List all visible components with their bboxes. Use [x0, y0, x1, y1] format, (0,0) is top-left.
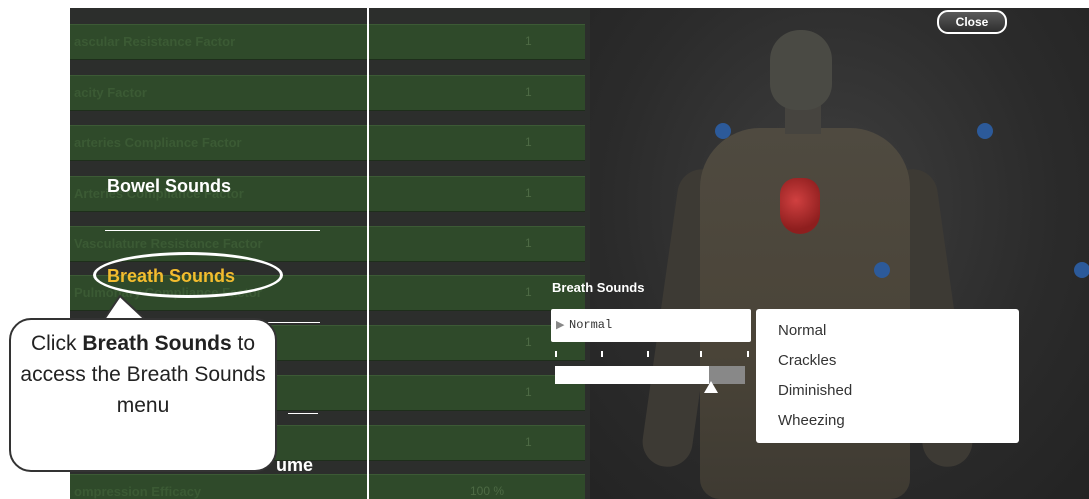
auscultation-marker[interactable]: [977, 123, 993, 139]
panel-divider: [367, 8, 369, 499]
auscultation-marker[interactable]: [874, 262, 890, 278]
breath-sounds-selected-value: Normal: [569, 318, 613, 332]
breath-sounds-title: Breath Sounds: [552, 280, 645, 295]
param-value: 100 %: [470, 484, 505, 498]
param-value: 1: [525, 285, 532, 299]
menu-separator: [105, 230, 320, 231]
callout-prefix: Click: [30, 332, 77, 355]
param-label: ascular Resistance Factor: [74, 34, 236, 49]
param-value: 1: [525, 85, 532, 99]
tick: [747, 351, 749, 357]
param-value: 1: [525, 135, 532, 149]
menu-item-volume[interactable]: ume: [276, 455, 313, 476]
param-value: 1: [525, 435, 532, 449]
param-row-vascular-resistance[interactable]: ascular Resistance Factor 1: [70, 24, 585, 60]
patient-head: [770, 30, 832, 110]
tick: [700, 351, 702, 357]
volume-slider[interactable]: [555, 366, 745, 393]
tick: [647, 351, 649, 357]
param-value: 1: [525, 34, 532, 48]
menu-item-bowel-sounds[interactable]: Bowel Sounds: [107, 176, 231, 197]
param-label: acity Factor: [74, 85, 147, 100]
slider-thumb[interactable]: [703, 381, 718, 393]
play-icon: ▶: [556, 319, 565, 331]
tick: [601, 351, 603, 357]
auscultation-marker[interactable]: [1074, 262, 1089, 278]
param-label: arteries Compliance Factor: [74, 135, 242, 150]
param-row-arteries-compliance[interactable]: arteries Compliance Factor 1: [70, 125, 585, 161]
dropdown-option-normal[interactable]: Normal: [778, 322, 826, 339]
param-value: 1: [525, 186, 532, 200]
tick: [555, 351, 557, 357]
param-row-capacity[interactable]: acity Factor 1: [70, 75, 585, 111]
param-value: 1: [525, 236, 532, 250]
heart-icon: [780, 178, 820, 234]
param-value: 1: [525, 335, 532, 349]
breath-sounds-highlight-ring: [93, 252, 283, 298]
close-button[interactable]: Close: [937, 10, 1007, 34]
volume-ticks: [555, 351, 751, 359]
callout-bold-text: Breath Sounds: [82, 332, 232, 355]
param-label: ompression Efficacy: [74, 484, 202, 499]
param-label: Vasculature Resistance Factor: [74, 236, 263, 251]
menu-separator: [288, 413, 318, 414]
instruction-callout: Click Breath Sounds to access the Breath…: [9, 318, 277, 472]
dropdown-option-diminished[interactable]: Diminished: [778, 382, 852, 399]
auscultation-marker[interactable]: [715, 123, 731, 139]
dropdown-option-wheezing[interactable]: Wheezing: [778, 412, 845, 429]
param-row-compression-efficacy[interactable]: ompression Efficacy 100 %: [70, 474, 585, 499]
breath-sounds-dropdown[interactable]: Normal Crackles Diminished Wheezing: [756, 309, 1019, 443]
breath-sounds-select[interactable]: ▶ Normal: [551, 309, 751, 342]
dropdown-option-crackles[interactable]: Crackles: [778, 352, 836, 369]
param-value: 1: [525, 385, 532, 399]
